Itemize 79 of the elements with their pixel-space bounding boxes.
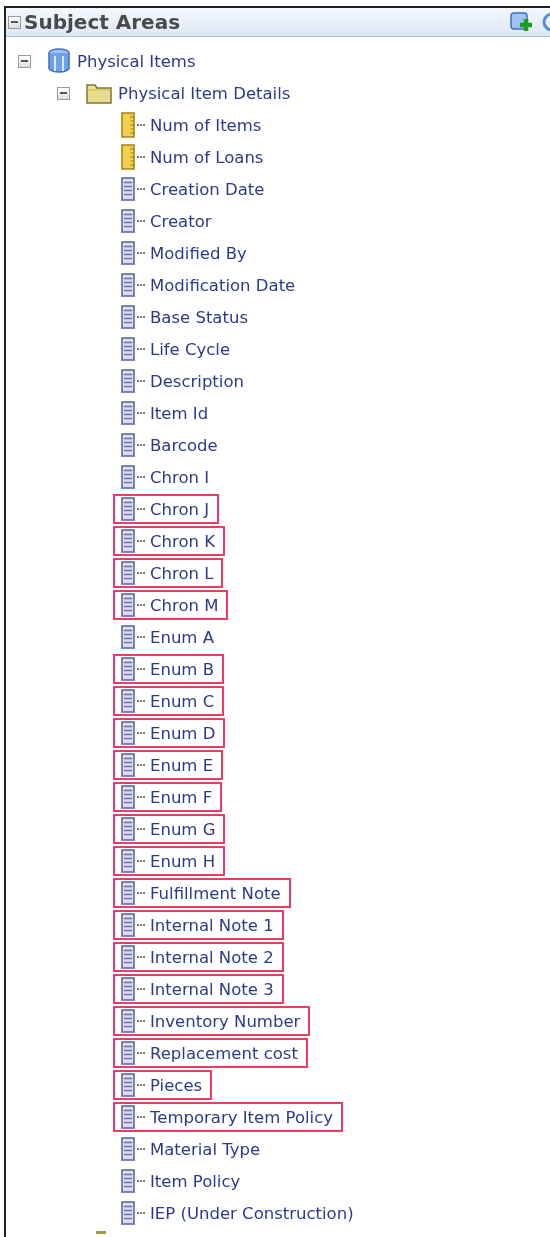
ruler-icon: [121, 112, 135, 138]
tree-item[interactable]: Enum D: [113, 718, 226, 748]
tree-item[interactable]: Creation Date: [113, 174, 275, 204]
column-icon: [121, 209, 135, 233]
collapse-toggle[interactable]: [18, 54, 31, 68]
ruler-icon: [121, 144, 135, 170]
column-icon: [121, 1105, 135, 1129]
tree-item[interactable]: Internal Note 2: [113, 942, 284, 972]
column-icon: [121, 625, 135, 649]
tree-item[interactable]: Modification Date: [113, 270, 306, 300]
column-icon: [121, 593, 135, 617]
tree-item[interactable]: Chron J: [113, 494, 220, 524]
add-cube-icon[interactable]: [509, 10, 535, 34]
column-icon: [121, 689, 135, 713]
tree-item[interactable]: Enum G: [113, 814, 226, 844]
tree-item[interactable]: Chron K: [113, 526, 226, 556]
tree-item[interactable]: Item Id: [113, 398, 219, 428]
tree-node[interactable]: Physical Items: [47, 48, 196, 74]
tree-item[interactable]: Material Type: [113, 1134, 271, 1164]
tree-item[interactable]: Chron L: [113, 558, 224, 588]
column-icon: [121, 657, 135, 681]
column-icon: [121, 561, 135, 585]
column-icon: [121, 1009, 135, 1033]
tree-item[interactable]: Pieces: [113, 1070, 213, 1100]
column-icon: [121, 849, 135, 873]
tree-item[interactable]: Fulfillment Note: [113, 878, 291, 908]
column-icon: [121, 977, 135, 1001]
column-icon: [121, 1201, 135, 1225]
tree-item[interactable]: Item Policy: [113, 1166, 251, 1196]
panel-title: Subject Areas: [24, 10, 182, 34]
tree-item[interactable]: Life Cycle: [113, 334, 241, 364]
collapse-toggle[interactable]: [8, 15, 21, 29]
column-icon: [121, 433, 135, 457]
tree-item[interactable]: Enum B: [113, 654, 224, 684]
tree-item[interactable]: Enum E: [113, 750, 224, 780]
tree-item[interactable]: Temporary Item Policy: [113, 1102, 344, 1132]
tree-item[interactable]: Creator: [113, 206, 222, 236]
column-icon: [121, 945, 135, 969]
column-icon: [121, 785, 135, 809]
tree-item[interactable]: Inventory Number: [113, 1006, 311, 1036]
tree-item[interactable]: Enum F: [113, 782, 223, 812]
folder-icon: [86, 82, 112, 104]
column-icon: [121, 241, 135, 265]
column-icon: [121, 881, 135, 905]
tree-item[interactable]: Base Status: [113, 302, 258, 332]
column-icon: [121, 465, 135, 489]
column-icon: [121, 273, 135, 297]
tree-item[interactable]: Internal Note 3: [113, 974, 284, 1004]
column-icon: [121, 401, 135, 425]
tree-item[interactable]: Description: [113, 366, 254, 396]
partial-icon: [96, 1231, 106, 1234]
collapse-toggle[interactable]: [57, 86, 70, 100]
column-icon: [121, 913, 135, 937]
column-icon: [121, 529, 135, 553]
column-icon: [121, 305, 135, 329]
column-icon: [121, 1041, 135, 1065]
column-icon: [121, 1169, 135, 1193]
column-icon: [121, 369, 135, 393]
column-icon: [121, 1073, 135, 1097]
column-icon: [121, 177, 135, 201]
tree-item[interactable]: IEP (Under Construction): [113, 1198, 364, 1228]
column-icon: [121, 721, 135, 745]
tree-item[interactable]: Modified By: [113, 238, 257, 268]
tree-item[interactable]: Num of Loans: [113, 142, 274, 172]
column-icon: [121, 1137, 135, 1161]
tree-item[interactable]: Barcode: [113, 430, 228, 460]
tree-item[interactable]: Internal Note 1: [113, 910, 284, 940]
column-icon: [121, 753, 135, 777]
column-icon: [121, 497, 135, 521]
tree-item[interactable]: Chron M: [113, 590, 229, 620]
tree-item[interactable]: Enum H: [113, 846, 226, 876]
tree-item[interactable]: Enum A: [113, 622, 224, 652]
column-icon: [121, 817, 135, 841]
tree-node[interactable]: Physical Item Details: [86, 82, 291, 104]
tree-item[interactable]: Chron I: [113, 462, 220, 492]
tree-item[interactable]: Enum C: [113, 686, 225, 716]
tree-item[interactable]: Num of Items: [113, 110, 272, 140]
column-icon: [121, 337, 135, 361]
tree-item[interactable]: Replacement cost: [113, 1038, 308, 1068]
